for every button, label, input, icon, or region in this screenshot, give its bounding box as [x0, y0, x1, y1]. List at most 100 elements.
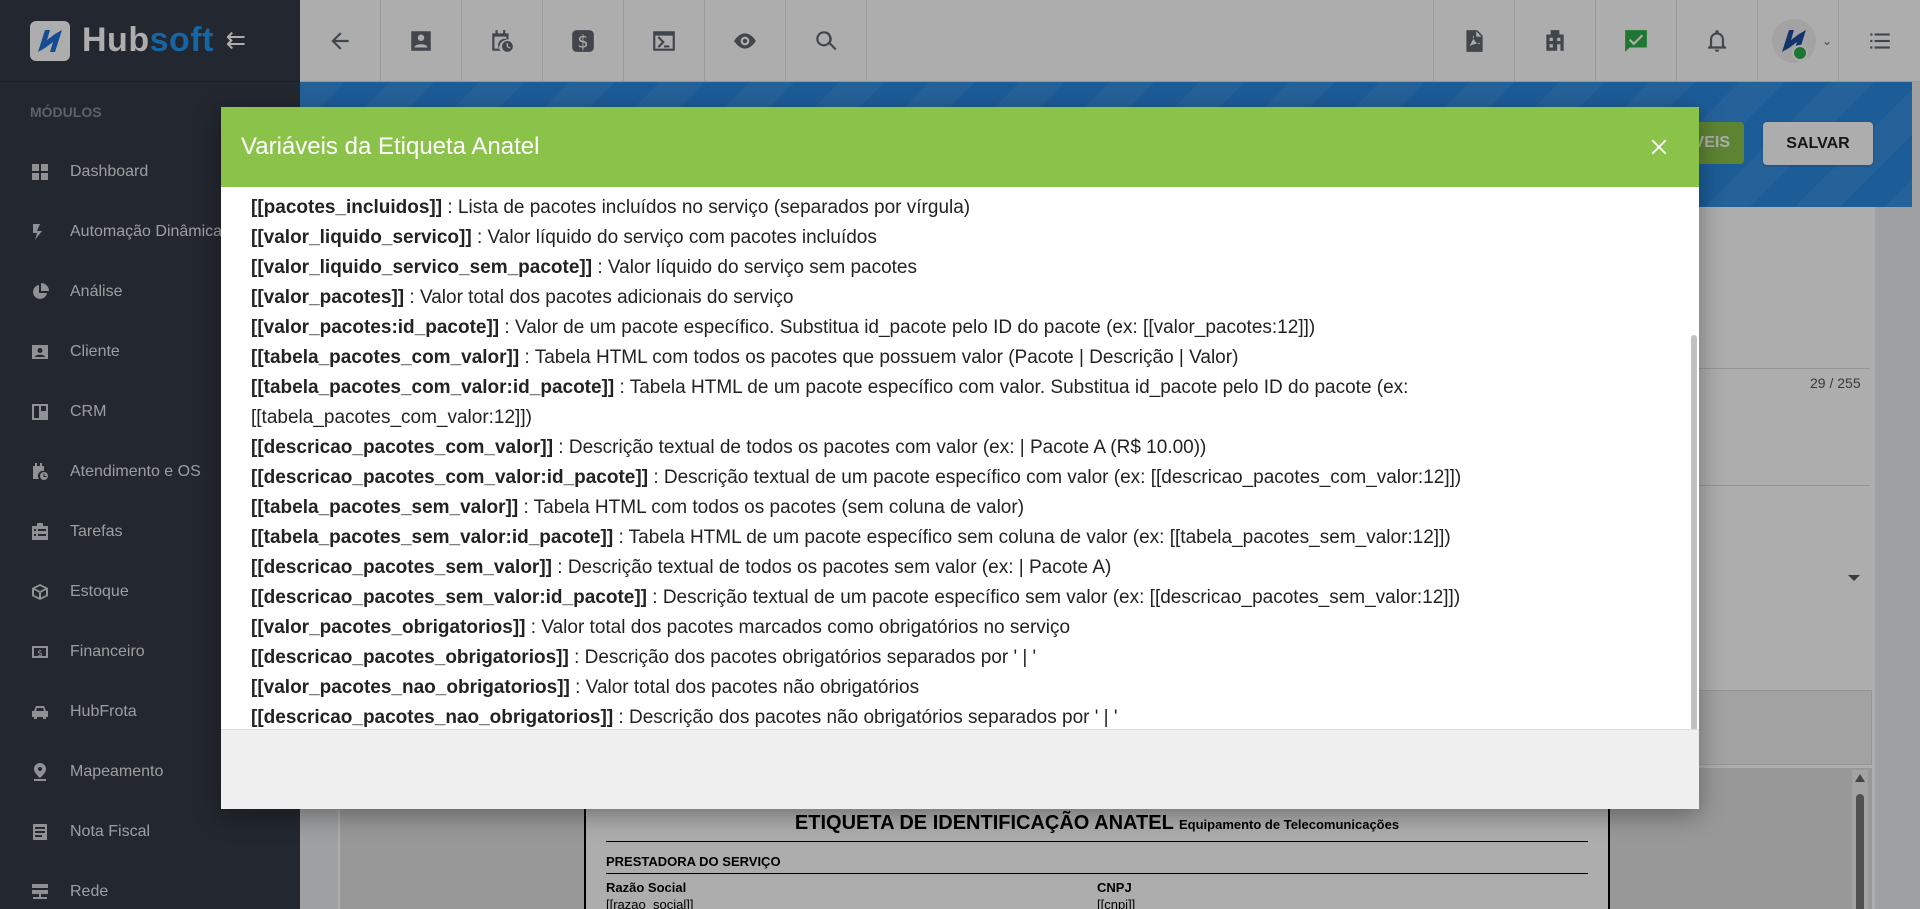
svg-text:$: $	[37, 649, 43, 659]
sidebar-item-label: Mapeamento	[70, 763, 164, 780]
approvals-button[interactable]	[1595, 0, 1676, 82]
variable-line: [[tabela_pacotes_sem_valor]] : Tabela HT…	[251, 493, 1669, 523]
sidebar-item-nota-fiscal[interactable]: Nota Fiscal	[0, 802, 300, 862]
label-value: [[cnpj]]	[1097, 897, 1136, 909]
terminal-icon	[653, 31, 675, 51]
variable-line: [[valor_pacotes_obrigatorios]] : Valor t…	[251, 613, 1669, 643]
bell-icon	[1707, 30, 1727, 52]
variable-name: [[tabela_pacotes_sem_valor]]	[251, 497, 519, 518]
variable-line: [[descricao_pacotes_sem_valor:id_pacote]…	[251, 583, 1669, 613]
save-button[interactable]: SALVAR	[1763, 122, 1873, 165]
variable-name: [[tabela_pacotes_com_valor]]	[251, 347, 520, 368]
terminal-button[interactable]	[624, 0, 705, 82]
variable-name: [[descricao_pacotes_nao_obrigatorios]]	[251, 707, 614, 728]
arrow-left-icon	[331, 32, 349, 50]
sidebar-item-label: Dashboard	[70, 163, 149, 180]
sidebar-item-label: CRM	[70, 403, 107, 420]
modal-footer	[221, 729, 1699, 809]
building-icon	[1546, 30, 1564, 51]
label-row: [[razao_social]] [[cnpj]]	[606, 895, 1588, 909]
sidebar-item-label: Financeiro	[70, 643, 145, 660]
char-counter: 29 / 255	[1810, 375, 1861, 391]
sidebar-item-rede[interactable]: Rede	[0, 862, 300, 909]
brand[interactable]: Hubsoft ⇇	[0, 0, 300, 82]
automation-icon	[30, 222, 50, 242]
collapse-sidebar-icon[interactable]: ⇇	[226, 26, 246, 55]
variable-description: : Valor total dos pacotes marcados como …	[525, 617, 1071, 638]
client-button[interactable]	[381, 0, 462, 82]
variable-name: [[valor_liquido_servico]]	[251, 227, 472, 248]
dropdown-arrow-icon[interactable]	[1848, 575, 1860, 581]
calendar-clock-icon	[30, 462, 50, 482]
variable-name: [[valor_pacotes]]	[251, 287, 405, 308]
variable-line: [[descricao_pacotes_com_valor]] : Descri…	[251, 433, 1669, 463]
variable-name: [[descricao_pacotes_obrigatorios]]	[251, 647, 569, 668]
variable-description: : Tabela HTML com todos os pacotes (sem …	[518, 497, 1025, 518]
label-section: PRESTADORA DO SERVIÇO	[606, 842, 1588, 874]
variable-name: [[tabela_pacotes_com_valor:id_pacote]]	[251, 377, 615, 398]
back-button[interactable]	[300, 0, 381, 82]
close-icon	[1651, 139, 1667, 155]
online-status-icon	[1792, 45, 1808, 61]
sidebar-item-label: Estoque	[70, 583, 129, 600]
variable-line: [[tabela_pacotes_com_valor:12]])	[251, 403, 1669, 433]
variable-line: [[tabela_pacotes_sem_valor:id_pacote]] :…	[251, 523, 1669, 553]
calendar-clock-icon	[492, 30, 513, 52]
variable-name: [[pacotes_incluidos]]	[251, 197, 443, 218]
variable-description: : Valor líquido do serviço com pacotes i…	[471, 227, 877, 248]
variable-description: : Valor total dos pacotes adicionais do …	[404, 287, 794, 308]
scroll-thumb[interactable]	[1856, 794, 1864, 909]
variable-name: [[descricao_pacotes_sem_valor]]	[251, 557, 552, 578]
buildings-button[interactable]	[1514, 0, 1595, 82]
contact-card-icon	[411, 31, 431, 51]
server-icon	[30, 882, 50, 902]
variable-description: : Lista de pacotes incluídos no serviço …	[442, 197, 971, 218]
variable-description: : Tabela HTML com todos os pacotes que p…	[519, 347, 1239, 368]
variable-description: : Descrição textual de todos os pacotes …	[551, 557, 1112, 578]
svg-text:$: $	[577, 33, 588, 53]
variable-name: [[descricao_pacotes_com_valor:id_pacote]…	[251, 467, 649, 488]
variable-description: : Descrição textual de todos os pacotes …	[553, 437, 1207, 458]
financial-button[interactable]: $	[543, 0, 624, 82]
close-button[interactable]	[1643, 131, 1675, 163]
variable-description: : Descrição textual de um pacote específ…	[648, 467, 1462, 488]
variable-line: [[pacotes_incluidos]] : Lista de pacotes…	[251, 193, 1669, 223]
pie-chart-icon	[30, 282, 50, 302]
calendar-button[interactable]	[462, 0, 543, 82]
variable-line: [[descricao_pacotes_sem_valor]] : Descri…	[251, 553, 1669, 583]
variable-name: [[valor_pacotes_obrigatorios]]	[251, 617, 526, 638]
box-icon	[30, 582, 50, 602]
sidebar-item-label: Nota Fiscal	[70, 823, 151, 840]
variable-line: [[tabela_pacotes_com_valor]] : Tabela HT…	[251, 343, 1669, 373]
variable-description: : Descrição dos pacotes obrigatórios sep…	[568, 647, 1037, 668]
list-menu-button[interactable]	[1838, 0, 1920, 82]
topbar: $ ⌄	[300, 0, 1920, 82]
label-value: [[razao_social]]	[606, 897, 694, 909]
variable-description: : Valor de um pacote específico. Substit…	[499, 317, 1316, 338]
modal-scrollbar-thumb[interactable]	[1691, 335, 1697, 731]
search-icon	[816, 31, 837, 51]
scroll-up-icon[interactable]	[1855, 774, 1865, 782]
variable-line: [[descricao_pacotes_obrigatorios]] : Des…	[251, 643, 1669, 673]
chevron-down-icon: ⌄	[1822, 34, 1833, 48]
preview-scrollbar[interactable]	[1852, 770, 1868, 909]
variable-line: [[descricao_pacotes_nao_obrigatorios]] :…	[251, 703, 1669, 729]
variable-name: [[valor_pacotes_nao_obrigatorios]]	[251, 677, 570, 698]
chat-check-icon	[1625, 30, 1647, 52]
view-button[interactable]	[705, 0, 786, 82]
brand-name: Hubsoft	[82, 21, 214, 59]
notifications-button[interactable]	[1676, 0, 1757, 82]
pdf-button[interactable]	[1433, 0, 1514, 82]
label-field: Razão Social	[606, 880, 687, 895]
tasks-icon	[30, 522, 50, 542]
variables-modal: Variáveis da Etiqueta Anatel [[pacotes_i…	[221, 107, 1699, 809]
variable-description: : Tabela HTML de um pacote específico co…	[614, 377, 1409, 398]
list-icon	[1869, 33, 1890, 49]
variable-line: [[valor_liquido_servico_sem_pacote]] : V…	[251, 253, 1669, 283]
variable-description: : Valor líquido do serviço sem pacotes	[592, 257, 917, 278]
car-icon	[30, 702, 50, 722]
search-button[interactable]	[786, 0, 867, 82]
modal-title: Variáveis da Etiqueta Anatel	[241, 133, 540, 160]
user-menu[interactable]: ⌄	[1757, 0, 1838, 82]
sidebar-item-label: Automação Dinâmica	[70, 223, 223, 240]
